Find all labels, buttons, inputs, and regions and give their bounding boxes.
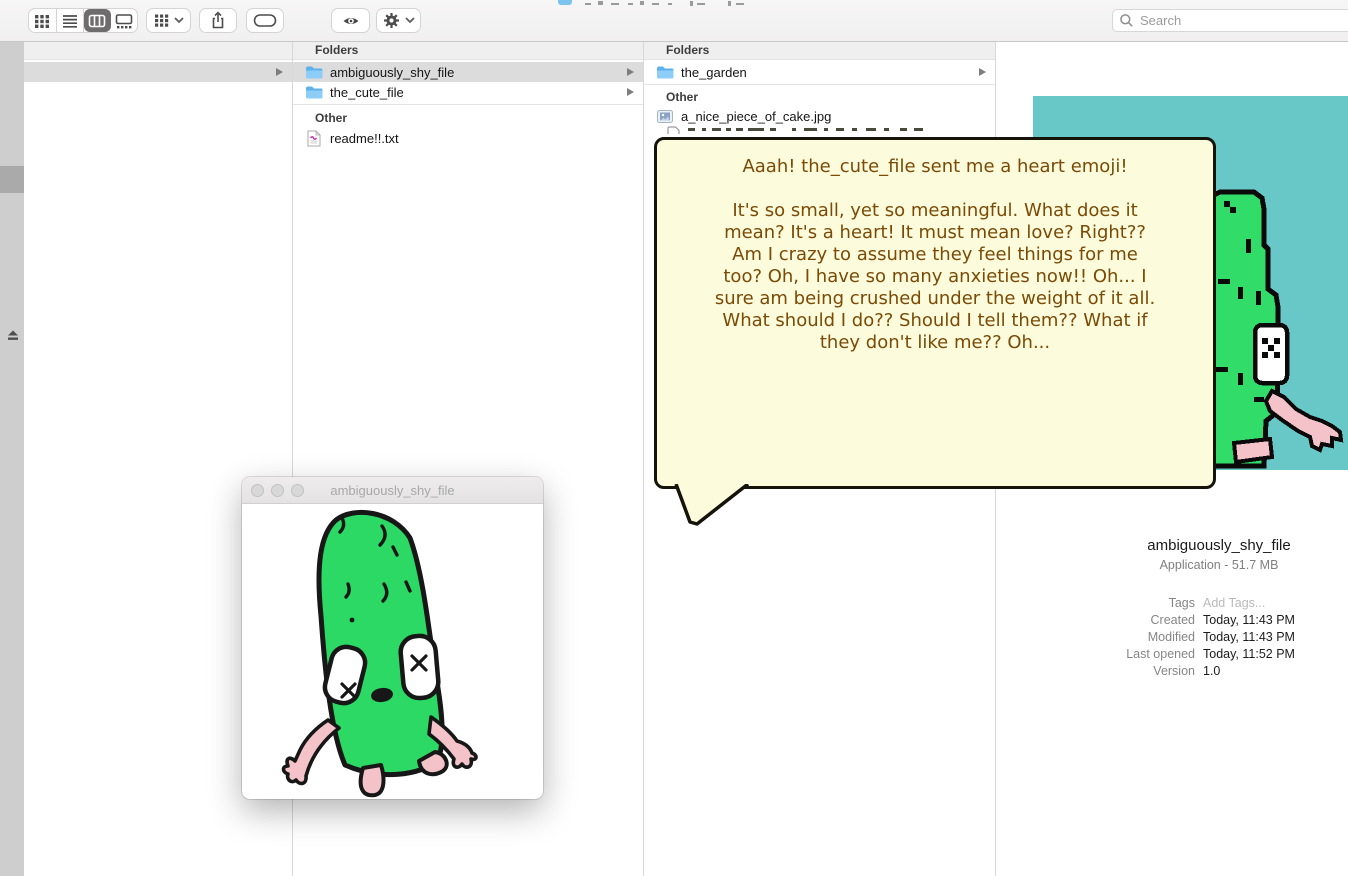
proxy-folder-icon: [558, 0, 572, 5]
chevron-down-icon: [174, 17, 184, 24]
folder-icon: [305, 85, 323, 100]
list-item-the-garden[interactable]: the_garden: [644, 62, 995, 82]
group-header-folders: Folders: [293, 41, 643, 60]
detail-row-tags: Tags Add Tags...: [996, 595, 1348, 612]
group-header-other: Other: [644, 85, 995, 107]
image-file-icon: [656, 110, 674, 123]
group-header-folders: Folders: [644, 41, 995, 60]
detail-row-last-opened: Last opened Today, 11:52 PM: [996, 646, 1348, 663]
search-icon: [1119, 13, 1134, 28]
speech-line: What should I do?? Should I tell them?? …: [657, 310, 1213, 332]
share-icon: [209, 11, 227, 30]
disclosure-arrow-icon: [979, 68, 986, 76]
speech-line: mean? It's a heart! It must mean love? R…: [657, 222, 1213, 244]
eject-icon[interactable]: [6, 329, 20, 341]
file-icon: [667, 126, 681, 134]
eye-icon: [342, 14, 360, 28]
list-item-label: ambiguously_shy_file: [330, 65, 454, 80]
list-icon: [62, 13, 78, 29]
list-item-label: readme!!.txt: [330, 131, 399, 146]
finder-toolbar: [0, 0, 1348, 42]
view-mode-segmented-control: [28, 8, 138, 33]
list-item-label: a_nice_piece_of_cake.jpg: [681, 109, 831, 124]
preview-file-meta: Application - 51.7 MB: [1033, 558, 1348, 572]
icon-view-button[interactable]: [29, 9, 57, 32]
search-field[interactable]: [1112, 9, 1348, 32]
tag-button[interactable]: [246, 8, 284, 33]
quick-look-button[interactable]: [331, 8, 370, 33]
speech-line: It's so small, yet so meaningful. What d…: [657, 200, 1213, 222]
share-button[interactable]: [199, 8, 237, 33]
group-header: [24, 41, 292, 60]
detail-row-modified: Modified Today, 11:43 PM: [996, 629, 1348, 646]
detail-row-version: Version 1.0: [996, 663, 1348, 680]
pixel-character-image: [1210, 185, 1348, 470]
drawn-character-image: [242, 504, 543, 799]
folder-icon: [656, 65, 674, 80]
add-tags-field[interactable]: Add Tags...: [1203, 595, 1265, 612]
column-view-button[interactable]: [84, 9, 111, 32]
group-menu-button[interactable]: [146, 8, 191, 33]
chevron-down-icon: [405, 17, 415, 24]
list-item-label: the_cute_file: [330, 85, 404, 100]
character-window: ambiguously_shy_file: [242, 477, 543, 799]
tag-icon: [253, 13, 277, 28]
finder-window: Folders ambiguously_shy_file the_cute_fi…: [0, 0, 1348, 876]
character-window-title: ambiguously_shy_file: [330, 483, 454, 498]
collapsed-sidebar: [0, 41, 24, 876]
columns-icon: [88, 13, 106, 29]
speech-line: Aaah! the_cute_file sent me a heart emoj…: [657, 156, 1213, 178]
zoom-button[interactable]: [291, 484, 304, 497]
list-item-the-cute-file[interactable]: the_cute_file: [293, 82, 643, 102]
action-menu-button[interactable]: [376, 8, 421, 33]
group-header-other: Other: [293, 105, 643, 128]
list-view-button[interactable]: [57, 9, 85, 32]
speech-bubble: Aaah! the_cute_file sent me a heart emoj…: [654, 137, 1216, 489]
sidebar-scroll-block: [0, 166, 24, 193]
speech-line: sure am being crushed under the weight o…: [657, 288, 1213, 310]
character-window-titlebar[interactable]: ambiguously_shy_file: [242, 477, 543, 504]
group-grid-icon: [154, 13, 169, 28]
detail-row-created: Created Today, 11:43 PM: [996, 612, 1348, 629]
disclosure-arrow-icon: [627, 88, 634, 96]
gear-icon: [383, 12, 400, 29]
speech-line: too? Oh, I have so many anxieties now!! …: [657, 266, 1213, 288]
speech-line: Am I crazy to assume they feel things fo…: [657, 244, 1213, 266]
speech-line: they don't like me?? Oh...: [657, 332, 1213, 354]
list-item-readme-txt[interactable]: readme!!.txt: [293, 128, 643, 148]
gallery-view-button[interactable]: [111, 9, 138, 32]
text-file-icon: [305, 130, 323, 147]
search-input[interactable]: [1138, 12, 1322, 29]
preview-file-name: ambiguously_shy_file: [1033, 537, 1348, 554]
speech-bubble-tail: [664, 484, 760, 530]
list-item-label: the_garden: [681, 65, 747, 80]
preview-details: Tags Add Tags... Created Today, 11:43 PM…: [996, 595, 1348, 680]
selected-parent-row[interactable]: [24, 62, 292, 82]
disclosure-arrow-icon: [627, 68, 634, 76]
minimize-button[interactable]: [271, 484, 284, 497]
list-item-ambiguously-shy-file[interactable]: ambiguously_shy_file: [293, 62, 643, 82]
list-item-cake-jpg[interactable]: a_nice_piece_of_cake.jpg: [644, 107, 995, 126]
close-button[interactable]: [251, 484, 264, 497]
grid-icon: [34, 13, 50, 29]
disclosure-arrow-icon: [276, 68, 283, 76]
gallery-icon: [115, 13, 133, 29]
folder-icon: [305, 65, 323, 80]
